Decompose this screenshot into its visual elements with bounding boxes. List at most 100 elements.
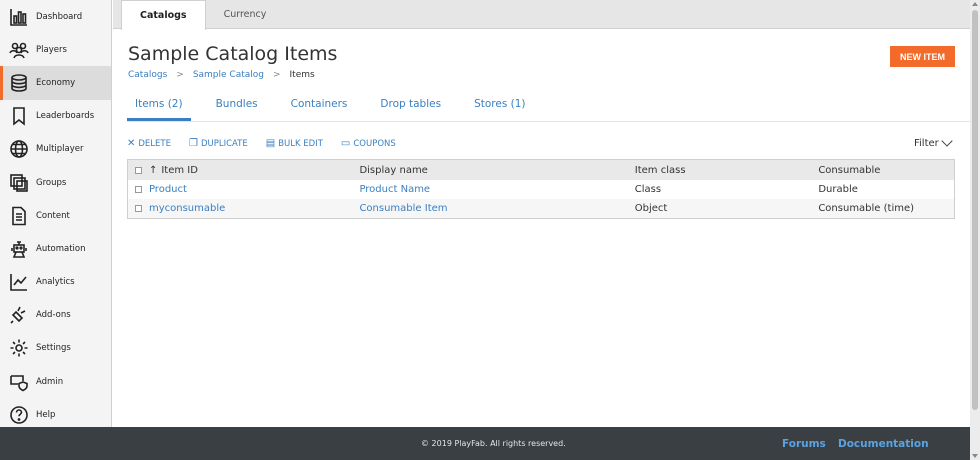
row-checkbox[interactable] <box>134 186 142 193</box>
documentation-link[interactable]: Documentation <box>838 438 929 450</box>
coupon-icon: ▭ <box>340 138 351 149</box>
dashboard-icon <box>8 6 30 28</box>
duplicate-button[interactable]: ❐ DUPLICATE <box>189 138 248 149</box>
sidebar-item-automation[interactable]: Automation <box>0 232 111 265</box>
plug-icon <box>8 304 30 326</box>
copyright-text: © 2019 PlayFab. All rights reserved. <box>421 439 566 448</box>
table-row: Product Product Name Class Durable <box>128 180 954 199</box>
subtab-bundles[interactable]: Bundles <box>208 90 266 121</box>
sub-tabs: Items (2) Bundles Containers Drop tables… <box>127 90 970 122</box>
scrollbar-thumb[interactable] <box>972 10 978 410</box>
column-header-item-id[interactable]: ↑ Item ID <box>149 165 359 176</box>
scroll-down-arrow-icon[interactable] <box>972 454 978 458</box>
items-table: ↑ Item ID Display name Item class Consuma… <box>127 159 955 219</box>
sidebar-item-label: Groups <box>36 177 67 188</box>
coupons-button[interactable]: ▭ COUPONS <box>341 138 396 149</box>
table-row: myconsumable Consumable Item Object Cons… <box>128 199 954 218</box>
footer: © 2019 PlayFab. All rights reserved. For… <box>0 427 970 460</box>
sidebar-item-label: Dashboard <box>36 11 83 22</box>
action-toolbar: ✕ DELETE ❐ DUPLICATE ▤ BULK EDIT ▭ COUPO… <box>127 138 414 149</box>
groups-icon <box>8 172 30 194</box>
sidebar-item-label: Admin <box>36 376 64 387</box>
sidebar-item-label: Players <box>36 44 67 55</box>
item-class-cell: Class <box>634 184 662 195</box>
forums-link[interactable]: Forums <box>782 438 826 450</box>
sidebar-item-label: Automation <box>36 243 86 254</box>
sidebar-item-label: Content <box>36 210 70 221</box>
breadcrumb-catalogs[interactable]: Catalogs <box>128 70 167 80</box>
coupons-label: COUPONS <box>353 138 396 149</box>
close-icon: ✕ <box>127 138 136 149</box>
players-icon <box>8 39 30 61</box>
analytics-icon <box>8 271 30 293</box>
breadcrumb-sample-catalog[interactable]: Sample Catalog <box>193 70 264 80</box>
globe-icon <box>8 138 30 160</box>
main-content: Catalogs Currency Sample Catalog Items C… <box>113 0 970 427</box>
bulk-edit-icon: ▤ <box>265 138 276 149</box>
sidebar-item-analytics[interactable]: Analytics <box>0 266 111 299</box>
sidebar-item-admin[interactable]: Admin <box>0 365 111 398</box>
delete-button[interactable]: ✕ DELETE <box>127 138 171 149</box>
gear-icon <box>8 337 30 359</box>
sidebar-item-players[interactable]: Players <box>0 33 111 66</box>
delete-label: DELETE <box>138 138 171 149</box>
item-class-cell: Object <box>634 203 668 214</box>
subtab-containers[interactable]: Containers <box>283 90 356 121</box>
item-id-link[interactable]: Product <box>149 184 359 195</box>
admin-shield-icon <box>8 371 30 393</box>
filter-label: Filter <box>914 138 939 149</box>
select-all-checkbox[interactable] <box>134 166 142 174</box>
display-name-link[interactable]: Product Name <box>359 184 634 195</box>
economy-icon <box>8 72 30 94</box>
breadcrumb: Catalogs > Sample Catalog > Items <box>128 70 315 80</box>
sidebar-item-label: Add-ons <box>36 310 71 321</box>
sidebar-item-groups[interactable]: Groups <box>0 166 111 199</box>
sidebar-item-label: Economy <box>36 77 76 88</box>
duplicate-label: DUPLICATE <box>200 138 248 149</box>
subtab-stores[interactable]: Stores (1) <box>466 90 533 121</box>
item-id-link[interactable]: myconsumable <box>149 203 359 214</box>
subtab-drop-tables[interactable]: Drop tables <box>372 90 449 121</box>
column-header-display-name[interactable]: Display name <box>359 165 634 176</box>
consumable-cell: Durable <box>818 184 858 195</box>
robot-icon <box>8 238 30 260</box>
tab-currency[interactable]: Currency <box>206 0 285 29</box>
sort-up-arrow-icon: ↑ <box>148 164 158 176</box>
sidebar-item-label: Leaderboards <box>36 111 95 122</box>
sidebar-item-label: Settings <box>36 343 71 354</box>
sidebar-item-multiplayer[interactable]: Multiplayer <box>0 133 111 166</box>
sidebar-item-label: Analytics <box>36 277 75 288</box>
content-icon <box>8 205 30 227</box>
sidebar-item-leaderboards[interactable]: Leaderboards <box>0 100 111 133</box>
bulk-edit-label: BULK EDIT <box>278 138 323 149</box>
display-name-link[interactable]: Consumable Item <box>359 203 634 214</box>
column-header-consumable[interactable]: Consumable <box>818 165 954 176</box>
page-title: Sample Catalog Items <box>128 43 338 65</box>
row-checkbox[interactable] <box>134 205 142 212</box>
chevron-right-icon: > <box>176 70 184 80</box>
sidebar: Dashboard Players Economy Leaderboards M… <box>0 0 112 427</box>
sidebar-item-settings[interactable]: Settings <box>0 332 111 365</box>
help-icon <box>8 404 30 426</box>
chevron-down-icon <box>941 135 953 147</box>
vertical-scrollbar[interactable] <box>970 0 980 460</box>
sidebar-item-content[interactable]: Content <box>0 199 111 232</box>
subtab-items[interactable]: Items (2) <box>127 90 191 121</box>
sidebar-item-addons[interactable]: Add-ons <box>0 299 111 332</box>
column-header-item-class[interactable]: Item class <box>635 165 819 176</box>
filter-dropdown[interactable]: Filter <box>914 135 953 149</box>
sidebar-item-label: Multiplayer <box>36 144 84 155</box>
scroll-up-arrow-icon[interactable] <box>972 2 978 6</box>
top-tabbar: Catalogs Currency <box>113 0 970 30</box>
new-item-button[interactable]: NEW ITEM <box>890 46 955 67</box>
duplicate-icon: ❐ <box>188 138 198 149</box>
tab-catalogs[interactable]: Catalogs <box>121 0 206 30</box>
leaderboards-icon <box>8 105 30 127</box>
table-header: ↑ Item ID Display name Item class Consuma… <box>128 160 954 180</box>
chevron-right-icon: > <box>272 70 281 80</box>
sidebar-item-label: Help <box>36 409 56 420</box>
sidebar-item-economy[interactable]: Economy <box>0 66 111 100</box>
sidebar-item-dashboard[interactable]: Dashboard <box>0 0 111 33</box>
breadcrumb-items: Items <box>289 70 315 80</box>
bulk-edit-button[interactable]: ▤ BULK EDIT <box>266 138 323 149</box>
